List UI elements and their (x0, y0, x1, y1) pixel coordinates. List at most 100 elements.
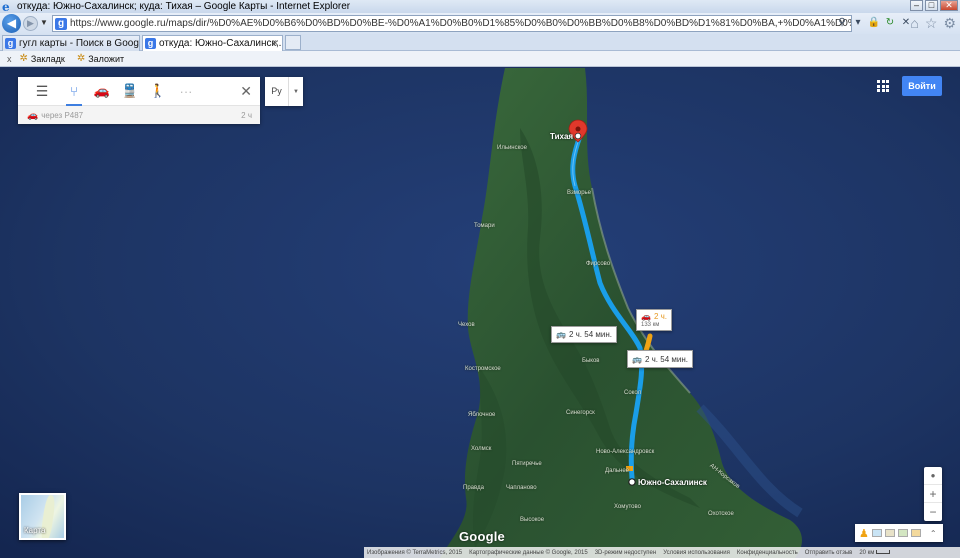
route-time: 2 ч. 54 мин. (568, 330, 612, 339)
directions-panel: ☰ ⑂ 🚗 🚆 🚶 ··· ✕ 🚗 через Р487 2 ч (18, 77, 260, 124)
car-icon: 🚗 (641, 312, 651, 321)
language-code: Ру (265, 77, 289, 106)
scale-indicator[interactable]: 20 км (859, 549, 891, 556)
back-button[interactable]: ◀ (2, 14, 21, 33)
apps-grid-icon[interactable] (877, 80, 889, 92)
window-controls: – □ ✕ (910, 0, 958, 11)
url-text: https://www.google.ru/maps/dir/%D0%AE%D0… (70, 18, 851, 29)
url-field[interactable]: g https://www.google.ru/maps/dir/%D0%AE%… (52, 15, 852, 32)
tab-bar: g гугл карты - Поиск в Google g откуда: … (0, 34, 960, 51)
star-add-icon: ✲ (19, 53, 28, 64)
town-label: Фирсово (586, 261, 611, 267)
window-title: откуда: Южно-Сахалинск; куда: Тихая – Go… (17, 1, 351, 12)
layer-thumb[interactable] (910, 529, 921, 537)
privacy-link[interactable]: Конфиденциальность (737, 550, 798, 556)
favorite-label: Закладк (30, 53, 65, 64)
sign-in-button[interactable]: Войти (902, 76, 942, 96)
street-view-bar: ♟ ⌃ (855, 524, 943, 542)
route-via: через Р487 (41, 110, 84, 120)
route-option[interactable]: 🚗 через Р487 2 ч (18, 106, 260, 124)
pegman-icon[interactable]: ♟ (859, 527, 869, 540)
forward-button[interactable]: ▶ (23, 16, 38, 31)
dropdown-icon[interactable]: ▾ (851, 15, 865, 30)
bus-icon: 🚌 (556, 330, 566, 339)
zoom-out-button[interactable]: − (924, 503, 942, 521)
chevron-down-icon: ▼ (293, 88, 299, 95)
origin-marker[interactable] (628, 478, 636, 486)
route-callout-transit[interactable]: 🚌 2 ч. 54 мин. (551, 326, 617, 343)
map-type-toggle[interactable]: Карта (19, 493, 66, 540)
walk-icon[interactable]: 🚶 (144, 77, 172, 106)
best-route-icon[interactable]: ⑂ (60, 77, 88, 106)
town-label: Яблочное (468, 412, 496, 418)
menu-icon[interactable]: ☰ (28, 77, 56, 106)
tab-search[interactable]: g гугл карты - Поиск в Google (2, 35, 140, 51)
close-directions-button[interactable]: ✕ (240, 83, 252, 100)
tab-label: откуда: Южно-Сахалинск;... (159, 38, 283, 49)
town-label: Чехов (458, 322, 475, 328)
my-location-button[interactable]: ● (924, 467, 942, 485)
favorites-bar: x ✲ Закладк ✲ Заложит (0, 51, 960, 67)
search-icon[interactable]: ⚲ (835, 15, 849, 30)
refresh-icon[interactable]: ↻ (883, 15, 897, 30)
map-type-label: Карта (24, 526, 46, 535)
town-label-tikhaya: Тихая (550, 132, 574, 141)
town-label: Костромское (465, 366, 501, 372)
more-icon[interactable]: ··· (172, 77, 200, 106)
maximize-button[interactable]: □ (925, 0, 938, 11)
tab-maps[interactable]: g откуда: Южно-Сахалинск;... ✕ (142, 35, 283, 51)
scale-bar (876, 549, 891, 554)
layer-thumb[interactable] (897, 529, 908, 537)
town-label: Хомутово (614, 504, 641, 510)
town-label: Быков (582, 358, 600, 364)
favorites-star-icon[interactable]: ☆ (925, 15, 938, 32)
close-window-button[interactable]: ✕ (940, 0, 958, 11)
language-selector[interactable]: Ру ▼ (265, 77, 303, 106)
route-callout-transit[interactable]: 🚌 2 ч. 54 мин. (627, 350, 693, 368)
route-time: 2 ч. (653, 312, 668, 321)
town-label: Правда (463, 485, 484, 491)
google-logo: Google (459, 529, 505, 544)
favorite-label: Заложит (88, 53, 125, 64)
google-favicon-icon: g (55, 17, 67, 30)
close-favorites-button[interactable]: x (7, 54, 12, 64)
town-label: Синегорск (566, 410, 595, 416)
expand-icon[interactable]: ⌃ (930, 529, 937, 538)
layer-thumb[interactable] (884, 529, 895, 537)
transit-icon[interactable]: 🚆 (116, 77, 144, 106)
town-label: Ново-Александровск (596, 449, 655, 455)
history-dropdown[interactable]: ▼ (40, 18, 48, 27)
favorite-item-bookmark[interactable]: ✲ Закладк (20, 53, 65, 64)
minimize-button[interactable]: – (910, 0, 923, 11)
town-label-yuzhno-sakhalinsk: Южно-Сахалинск (638, 478, 707, 487)
home-icon[interactable]: ⌂ (910, 15, 918, 32)
url-tools: ⚲ ▾ 🔒 ↻ ✕ (835, 15, 913, 30)
tab-label: гугл карты - Поиск в Google (19, 38, 140, 49)
terms-link[interactable]: Условия использования (663, 550, 730, 556)
route-callout-car[interactable]: 🚗 2 ч. 133 км (636, 309, 673, 331)
town-label: Высокое (520, 517, 545, 523)
car-icon[interactable]: 🚗 (88, 77, 116, 106)
ie-logo-icon: e (2, 0, 10, 14)
map-footer: Изображения © TerraMetrics, 2015 Картогр… (364, 547, 960, 558)
town-label: Дальнее (605, 468, 630, 474)
town-label: Взморье (567, 190, 592, 196)
zoom-controls: ● + − (924, 467, 942, 521)
browser-toolbar-icons: ⌂ ☆ ⚙ (910, 15, 956, 32)
favorite-item-save[interactable]: ✲ Заложит (77, 53, 124, 64)
zoom-in-button[interactable]: + (924, 485, 942, 503)
tab-close-button[interactable]: ✕ (271, 38, 279, 49)
gear-icon[interactable]: ⚙ (943, 15, 956, 32)
arrow-left-icon: ◀ (6, 16, 17, 30)
car-icon: 🚗 (27, 109, 39, 120)
new-tab-button[interactable] (285, 35, 301, 50)
town-label: Чапланово (506, 485, 537, 491)
layer-thumb[interactable] (871, 529, 882, 537)
town-label: Сокол (624, 390, 642, 396)
route-duration: 2 ч (241, 110, 252, 120)
route-time: 2 ч. 54 мин. (644, 354, 688, 364)
window-titlebar: e откуда: Южно-Сахалинск; куда: Тихая – … (0, 0, 960, 13)
lock-icon[interactable]: 🔒 (867, 15, 881, 30)
feedback-link[interactable]: Отправить отзыв (805, 550, 853, 556)
map-canvas[interactable]: Тихая Ильинское Взморье Томари Фирсово Ч… (0, 68, 960, 558)
